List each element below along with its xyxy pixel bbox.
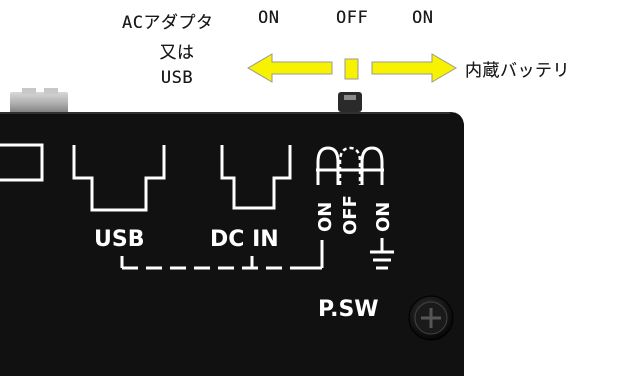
switch-off-label: OFF — [340, 195, 361, 235]
dc-in-port-label: DC IN — [210, 227, 279, 252]
left-label-line-1-top: ACアダプタ — [122, 13, 214, 33]
position-off-label-top: OFF — [336, 8, 369, 28]
right-arrow-icon — [371, 53, 457, 83]
screw-icon — [408, 295, 454, 341]
switch-on2-label: ON — [373, 202, 394, 232]
top-connector-icon — [10, 88, 68, 114]
switch-position-marker-icon — [344, 58, 359, 80]
left-arrow-icon — [247, 53, 333, 83]
diagram-stage: ACアダプタ 又は USB ON OFF ON 内蔵バッテリ USB DC IN… — [0, 0, 618, 376]
left-label-line-2-top: 又は — [159, 43, 195, 63]
left-label-line-3-top: USB — [160, 68, 194, 88]
right-label-top: 内蔵バッテリ — [465, 61, 570, 81]
position-on-right-label-top: ON — [412, 8, 434, 28]
power-switch-knob-icon — [338, 92, 362, 112]
switch-on-label: ON — [315, 202, 336, 232]
usb-port-label: USB — [94, 227, 144, 252]
position-on-left-label-top: ON — [258, 8, 280, 28]
power-switch-label: P.SW — [318, 297, 379, 322]
